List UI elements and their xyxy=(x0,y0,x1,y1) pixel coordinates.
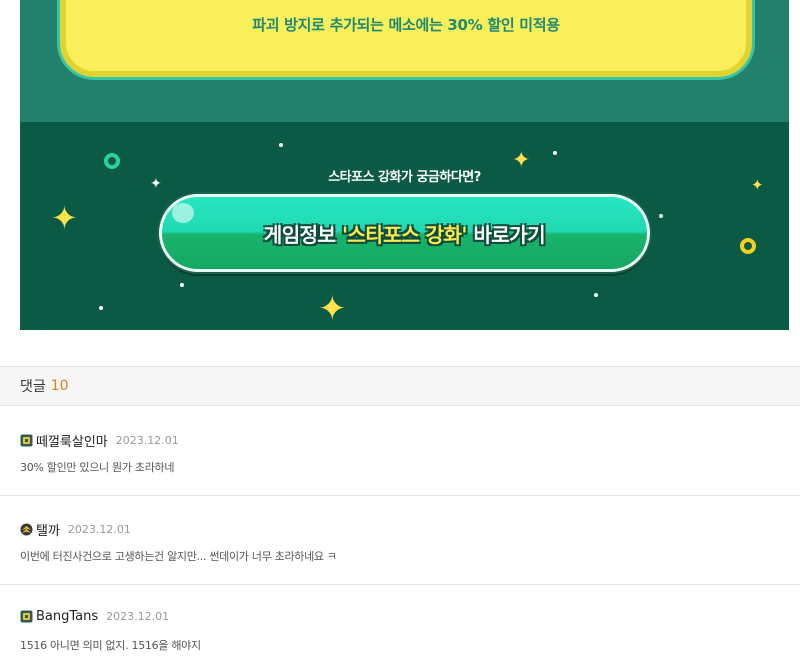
dot-decoration xyxy=(180,283,184,287)
comment-item: BangTans 2023.12.01 1516 아니면 의미 없지. 1516… xyxy=(0,585,800,666)
dot-decoration xyxy=(659,214,663,218)
comment-text: 30% 할인만 있으니 뭔가 초라하네 xyxy=(20,461,175,474)
cta-prefix: 게임정보 xyxy=(263,222,342,247)
cta-question: 스타포스 강화가 궁금하다면? xyxy=(328,170,481,185)
guild-badge-icon xyxy=(20,434,33,447)
ring-decoration-icon xyxy=(740,238,756,254)
star-icon: ✦ xyxy=(318,289,347,329)
comment-date: 2023.12.01 xyxy=(115,434,179,447)
comment-text: 1516 아니면 의미 없지. 1516을 해야지 xyxy=(20,639,201,652)
guild-badge-icon xyxy=(20,610,33,623)
dot-decoration xyxy=(553,151,557,155)
comment-text: 이번에 터진사건으로 고생하는건 알지만... 썬데이가 너무 초라하네요 ㅋ xyxy=(20,550,337,563)
starforce-info-button[interactable]: 게임정보 '스타포스 강화' 바로가기 xyxy=(159,194,650,272)
star-icon: ✦ xyxy=(51,199,78,237)
cta-label: 게임정보 '스타포스 강화' 바로가기 xyxy=(263,219,546,248)
comment-author[interactable]: BangTans xyxy=(36,609,98,624)
discount-notice: 파괴 방지로 추가되는 메소에는 30% 할인 미적용 xyxy=(252,16,560,34)
button-shine xyxy=(172,203,194,223)
comment-date: 2023.12.01 xyxy=(106,610,170,623)
notice-box: 파괴 방지로 추가되는 메소에는 30% 할인 미적용 xyxy=(60,0,752,77)
comment-author[interactable]: 탤까 xyxy=(36,520,60,539)
dot-decoration xyxy=(99,306,103,310)
comment-item: 떼껄룩살인마 2023.12.01 30% 할인만 있으니 뭔가 초라하네 xyxy=(0,407,800,496)
comments-header: 댓글 10 xyxy=(0,366,800,406)
event-banner-bottom: ✦ ✦ ✦ ✦ ✦ 스타포스 강화가 궁금하다면? 게임정보 '스타포스 강화'… xyxy=(20,122,789,330)
event-banner-top: 파괴 방지로 추가되는 메소에는 30% 할인 미적용 xyxy=(20,0,789,122)
dot-decoration xyxy=(594,293,598,297)
rank-badge-icon xyxy=(20,523,33,536)
comment-item: 탤까 2023.12.01 이번에 터진사건으로 고생하는건 알지만... 썬데… xyxy=(0,496,800,585)
comment-date: 2023.12.01 xyxy=(67,523,131,536)
comment-author[interactable]: 떼껄룩살인마 xyxy=(36,431,108,450)
dot-decoration xyxy=(279,143,283,147)
cta-suffix: 바로가기 xyxy=(467,222,546,247)
cta-highlight: '스타포스 강화' xyxy=(341,222,468,247)
comments-label: 댓글 xyxy=(20,379,46,395)
comments-count: 10 xyxy=(50,378,69,394)
